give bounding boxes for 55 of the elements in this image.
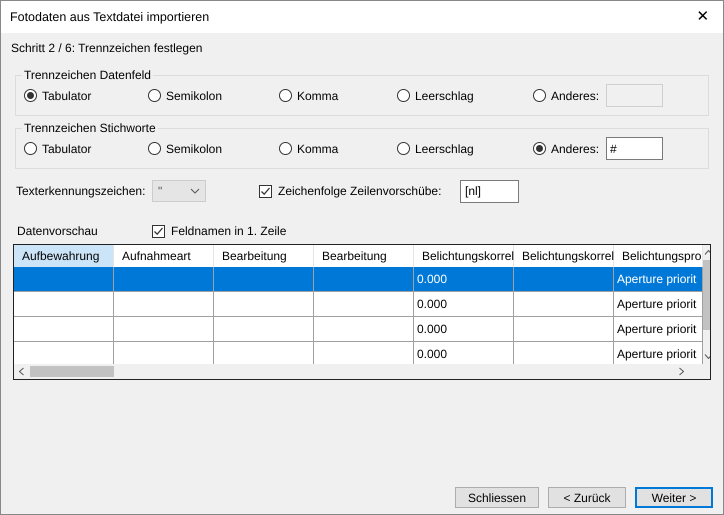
table-cell-text: 0.000: [417, 271, 448, 288]
window-title: Fotodaten aus Textdatei importieren: [10, 8, 210, 26]
radio-button[interactable]: [148, 89, 161, 102]
section-label: Datenvorschau: [17, 223, 99, 240]
chevron-down-icon: [704, 354, 710, 359]
radio-label: Semikolon: [166, 88, 222, 104]
scroll-thumb[interactable]: [703, 260, 710, 330]
close-button[interactable]: ✕: [683, 1, 723, 33]
radio-label: Komma: [297, 88, 338, 104]
radio-button[interactable]: [397, 89, 410, 102]
table-row[interactable]: 0.000 Aperture priorit: [14, 317, 703, 342]
radio-label: Leerschlag: [415, 88, 474, 104]
table-cell-text: 0.000: [417, 321, 448, 338]
table-row[interactable]: 0.000 Aperture priorit: [14, 267, 703, 292]
radio-button[interactable]: [24, 142, 37, 155]
dialog-button[interactable]: Weiter >: [635, 487, 713, 508]
radio-button[interactable]: [279, 89, 292, 102]
checkbox-label: Zeichenfolge Zeilenvorschübe:: [278, 183, 442, 200]
table-cell-text: Aperture priorit: [617, 321, 696, 338]
vertical-scrollbar[interactable]: [703, 245, 710, 364]
table-cell-text: Aperture priorit: [617, 296, 696, 313]
chevron-down-icon: [190, 188, 200, 194]
input-field[interactable]: [nl]: [460, 180, 519, 202]
radio-button[interactable]: [397, 142, 410, 155]
checkbox-label: Feldnamen in 1. Zeile: [171, 223, 286, 240]
radio-button[interactable]: [533, 142, 546, 155]
scroll-thumb[interactable]: [30, 366, 114, 377]
radio-button[interactable]: [533, 89, 546, 102]
radio-button[interactable]: [279, 142, 292, 155]
field-label: Texterkennungszeichen:: [16, 183, 146, 200]
table-cell-text: 0.000: [417, 346, 448, 363]
table-cell-text: Aperture priorit: [617, 271, 696, 288]
input-field[interactable]: #: [606, 137, 663, 160]
table-cell-text: 0.000: [417, 296, 448, 313]
table-cell-text: Aperture priorit: [617, 346, 696, 363]
dialog-button[interactable]: < Zurück: [548, 487, 626, 508]
dialog-button[interactable]: Schliessen: [455, 487, 539, 508]
radio-label: Komma: [297, 140, 338, 158]
horizontal-scrollbar[interactable]: [14, 364, 710, 379]
radio-label: Tabulator: [42, 140, 92, 158]
radio-label: Anderes:: [551, 88, 600, 104]
column-header[interactable]: Aufbewahrung: [14, 245, 114, 267]
radio-button[interactable]: [148, 142, 161, 155]
radio-label: Anderes:: [551, 140, 600, 158]
radio-button[interactable]: [24, 89, 37, 102]
checkbox[interactable]: [259, 184, 272, 198]
radio-label: Semikolon: [166, 140, 222, 158]
step-title: Schritt 2 / 6: Trennzeichen festlegen: [11, 41, 202, 55]
radio-label: Leerschlag: [415, 140, 474, 158]
checkbox[interactable]: [152, 224, 165, 238]
table-row[interactable]: 0.000 Aperture priorit: [14, 292, 703, 317]
chevron-right-icon: [679, 367, 684, 376]
radio-label: Tabulator: [42, 88, 92, 104]
chevron-left-icon: [19, 367, 24, 376]
chevron-up-icon: [704, 250, 710, 255]
